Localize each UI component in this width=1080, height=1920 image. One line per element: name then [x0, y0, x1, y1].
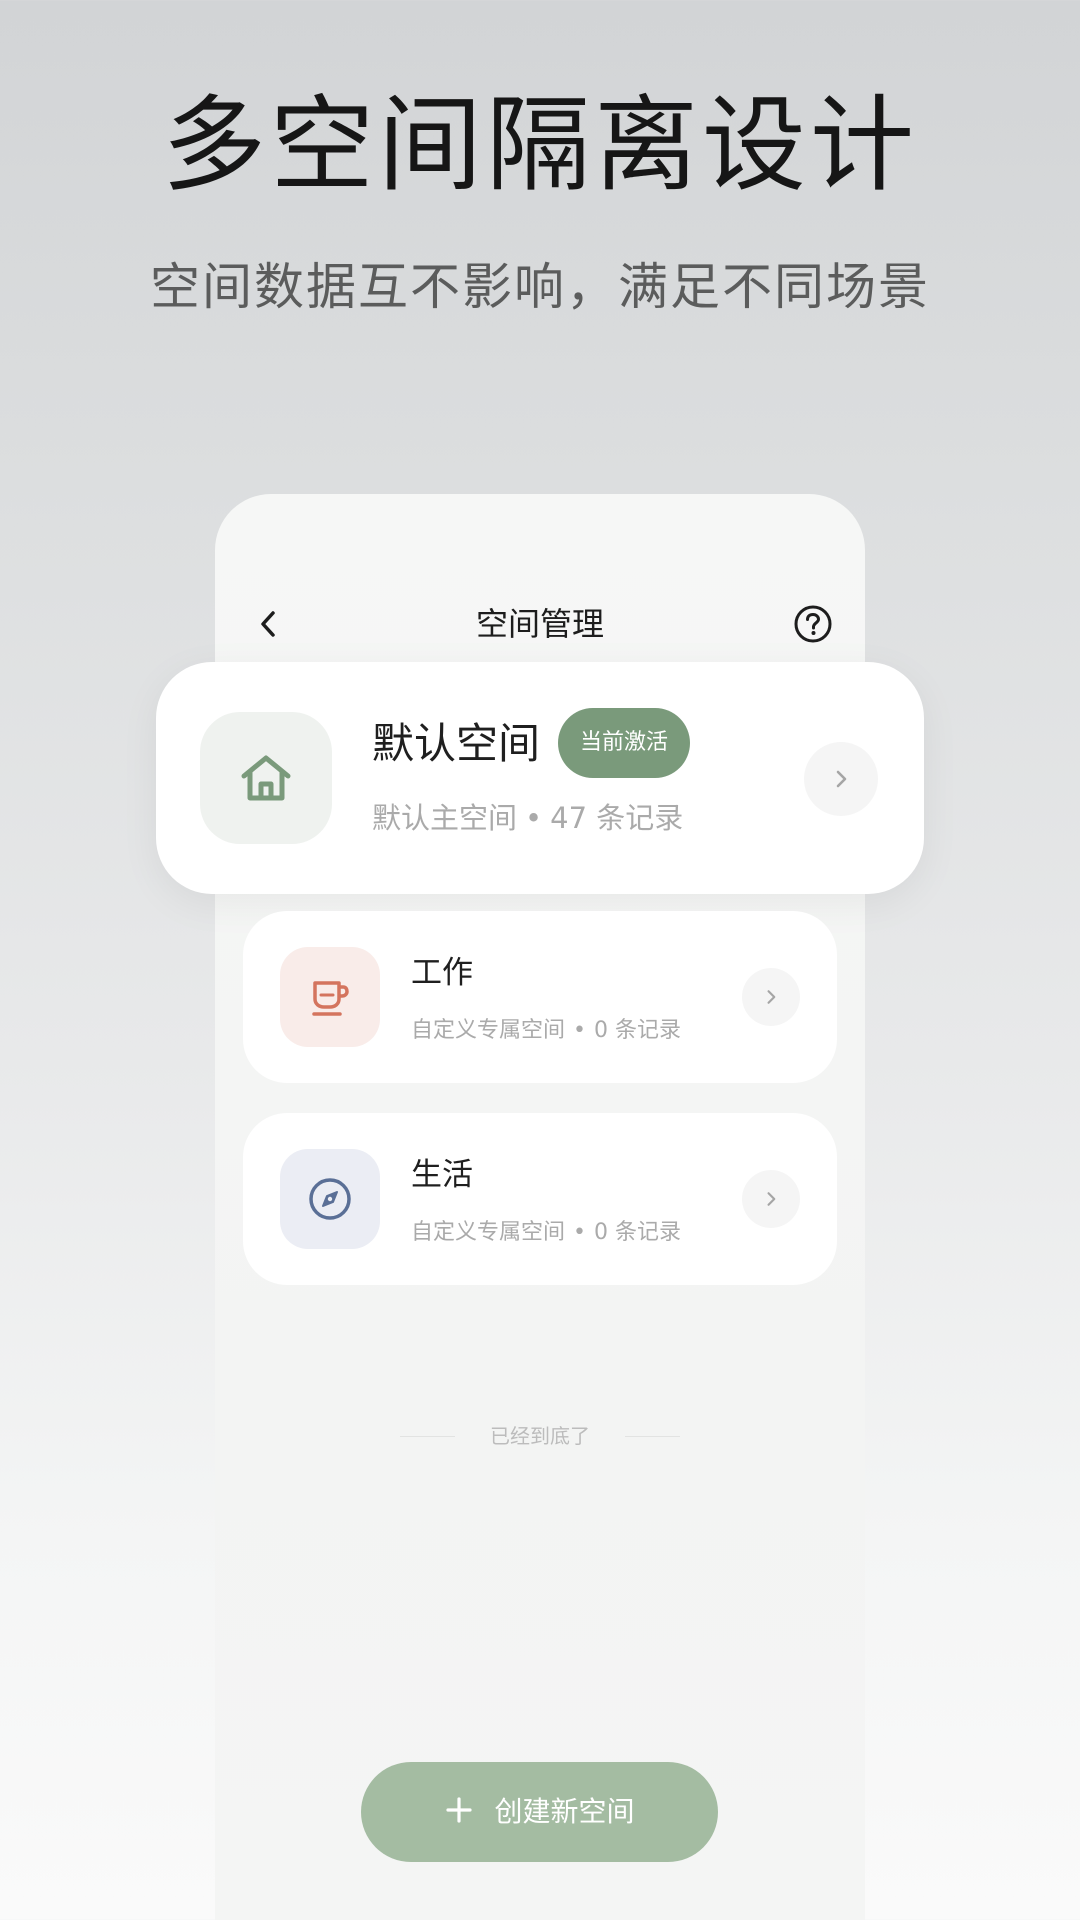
open-space-button[interactable]: [804, 742, 878, 816]
space-card-default[interactable]: 默认空间 当前激活 默认主空间 • 47 条记录: [156, 662, 924, 894]
space-description: 默认主空间 • 47 条记录: [372, 798, 683, 838]
active-badge: 当前激活: [558, 708, 691, 778]
chevron-right-icon: [836, 770, 847, 788]
chevron-right-icon: [767, 1192, 776, 1206]
separator-dot: •: [525, 801, 543, 835]
open-space-button[interactable]: [742, 968, 800, 1026]
space-type: 自定义专属空间: [411, 1220, 566, 1245]
space-icon-box: [280, 947, 380, 1047]
chevron-right-icon: [767, 990, 776, 1004]
help-circle-icon: [794, 605, 832, 643]
page-title: 空间管理: [475, 605, 604, 643]
space-icon-box: [280, 1149, 380, 1249]
compass-icon: [309, 1178, 351, 1220]
space-type: 默认主空间: [372, 801, 518, 835]
space-name: 默认空间: [372, 719, 541, 768]
space-name: 生活: [411, 1157, 473, 1193]
space-description: 自定义专属空间 • 0 条记录: [411, 1217, 681, 1249]
record-count: 0 条记录: [594, 1018, 681, 1043]
space-card-work[interactable]: 工作 自定义专属空间 • 0 条记录: [243, 911, 837, 1083]
hero-title: 多空间隔离设计: [161, 84, 918, 206]
space-description: 自定义专属空间 • 0 条记录: [411, 1015, 681, 1047]
end-of-list: 已经到底了: [400, 1420, 680, 1452]
hero-subtitle: 空间数据互不影响，满足不同场景: [150, 258, 930, 316]
space-card-life[interactable]: 生活 自定义专属空间 • 0 条记录: [243, 1113, 837, 1285]
space-icon-box: [200, 712, 332, 844]
separator-dot: •: [573, 1220, 586, 1245]
create-space-button[interactable]: 创建新空间: [361, 1762, 718, 1862]
help-button[interactable]: [791, 602, 835, 646]
separator-dot: •: [573, 1018, 586, 1043]
create-space-label: 创建新空间: [494, 1795, 635, 1828]
space-name: 工作: [411, 955, 473, 991]
space-type: 自定义专属空间: [411, 1018, 566, 1043]
home-icon: [241, 755, 291, 801]
plus-icon: [444, 1792, 474, 1832]
divider: [625, 1436, 680, 1437]
open-space-button[interactable]: [742, 1170, 800, 1228]
record-count: 0 条记录: [594, 1220, 681, 1245]
record-count: 47 条记录: [550, 801, 684, 835]
coffee-cup-icon: [312, 981, 349, 1016]
nav-bar: 空间管理: [215, 584, 865, 664]
